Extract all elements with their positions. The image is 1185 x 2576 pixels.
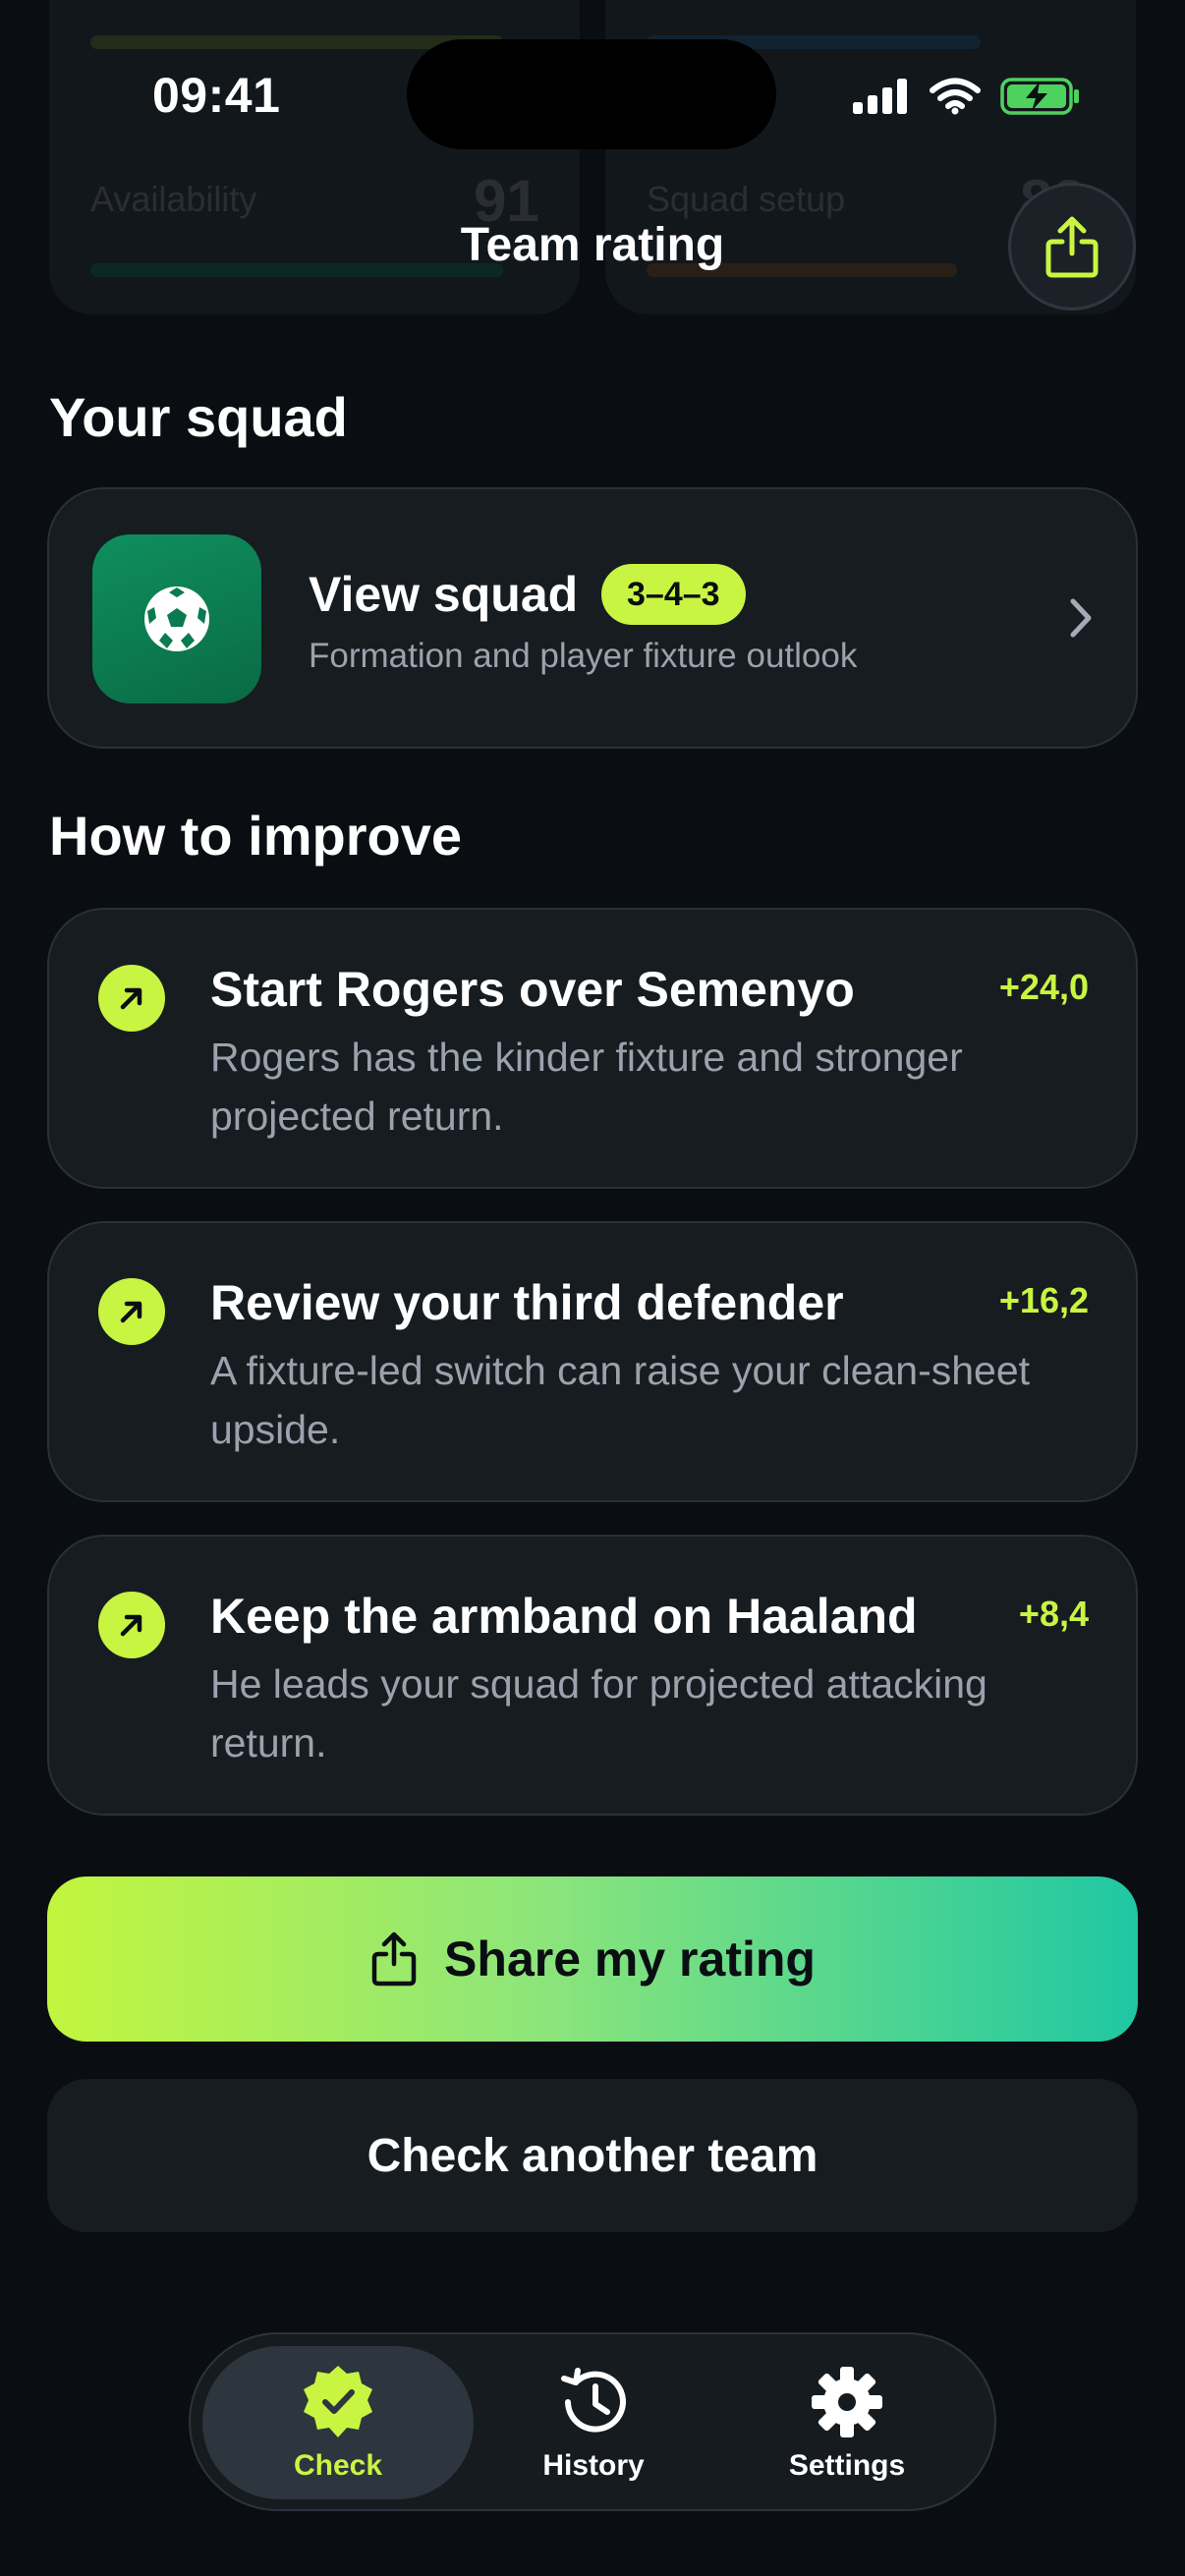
tip-body: A fixture-led switch can raise your clea…: [210, 1348, 1031, 1452]
view-squad-subtitle: Formation and player fixture outlook: [309, 637, 858, 675]
cellular-signal-icon: [853, 79, 907, 114]
dynamic-island: [407, 39, 776, 149]
formation-badge: 3–4–3: [601, 564, 746, 625]
tip-body: He leads your squad for projected attack…: [210, 1661, 988, 1765]
tip-title: Keep the armband on Haaland: [210, 1589, 918, 1644]
soccer-ball-icon: [144, 587, 209, 651]
squad-app-icon: [92, 534, 261, 703]
check-another-team-button[interactable]: Check another team: [47, 2079, 1138, 2232]
view-squad-label: View squad: [309, 567, 579, 622]
tip-title: Review your third defender: [210, 1275, 844, 1330]
tip-score: +24,0: [998, 967, 1089, 1007]
tab-history-label: History: [542, 2449, 645, 2482]
trend-arrow-icon: [98, 1278, 165, 1345]
tip-card[interactable]: Start Rogers over Semenyo +24,0 Rogers h…: [47, 908, 1138, 1189]
share-my-rating-label: Share my rating: [444, 1932, 816, 1987]
check-badge-icon: [304, 2366, 372, 2437]
battery-charging-icon: [1000, 78, 1079, 115]
view-squad-card[interactable]: View squad 3–4–3 Formation and player fi…: [47, 487, 1138, 749]
tip-score: +16,2: [998, 1280, 1089, 1320]
share-my-rating-button[interactable]: Share my rating: [47, 1876, 1138, 2042]
status-icons: [853, 77, 1081, 116]
gear-icon: [812, 2367, 882, 2437]
history-icon: [561, 2368, 626, 2433]
ghost-label-availability: Availability: [90, 179, 257, 219]
tip-title: Start Rogers over Semenyo: [210, 962, 855, 1017]
tab-check-label: Check: [293, 2449, 383, 2482]
tip-card[interactable]: Review your third defender +16,2 A fixtu…: [47, 1221, 1138, 1502]
chevron-right-icon: [1070, 598, 1092, 638]
ghost-label-squad-setup: Squad setup: [647, 179, 846, 219]
status-time: 09:41: [152, 68, 281, 123]
check-another-team-label: Check another team: [367, 2129, 818, 2182]
tip-body: Rogers has the kinder fixture and strong…: [210, 1035, 963, 1139]
share-icon: [371, 1932, 417, 1987]
how-to-improve-heading: How to improve: [49, 805, 463, 867]
your-squad-heading: Your squad: [49, 386, 348, 448]
share-icon: [1045, 216, 1099, 278]
tip-card[interactable]: Keep the armband on Haaland +8,4 He lead…: [47, 1535, 1138, 1816]
trend-arrow-icon: [98, 1592, 165, 1658]
tab-history[interactable]: History: [458, 2346, 729, 2499]
wifi-icon: [930, 78, 981, 115]
tab-bar: Check History Settings: [189, 2332, 996, 2511]
tip-score: +8,4: [1018, 1594, 1089, 1634]
tab-check[interactable]: Check: [202, 2346, 474, 2499]
header-share-button[interactable]: [1008, 183, 1136, 310]
tab-settings[interactable]: Settings: [711, 2346, 983, 2499]
trend-arrow-icon: [98, 965, 165, 1032]
tab-settings-label: Settings: [788, 2449, 906, 2482]
